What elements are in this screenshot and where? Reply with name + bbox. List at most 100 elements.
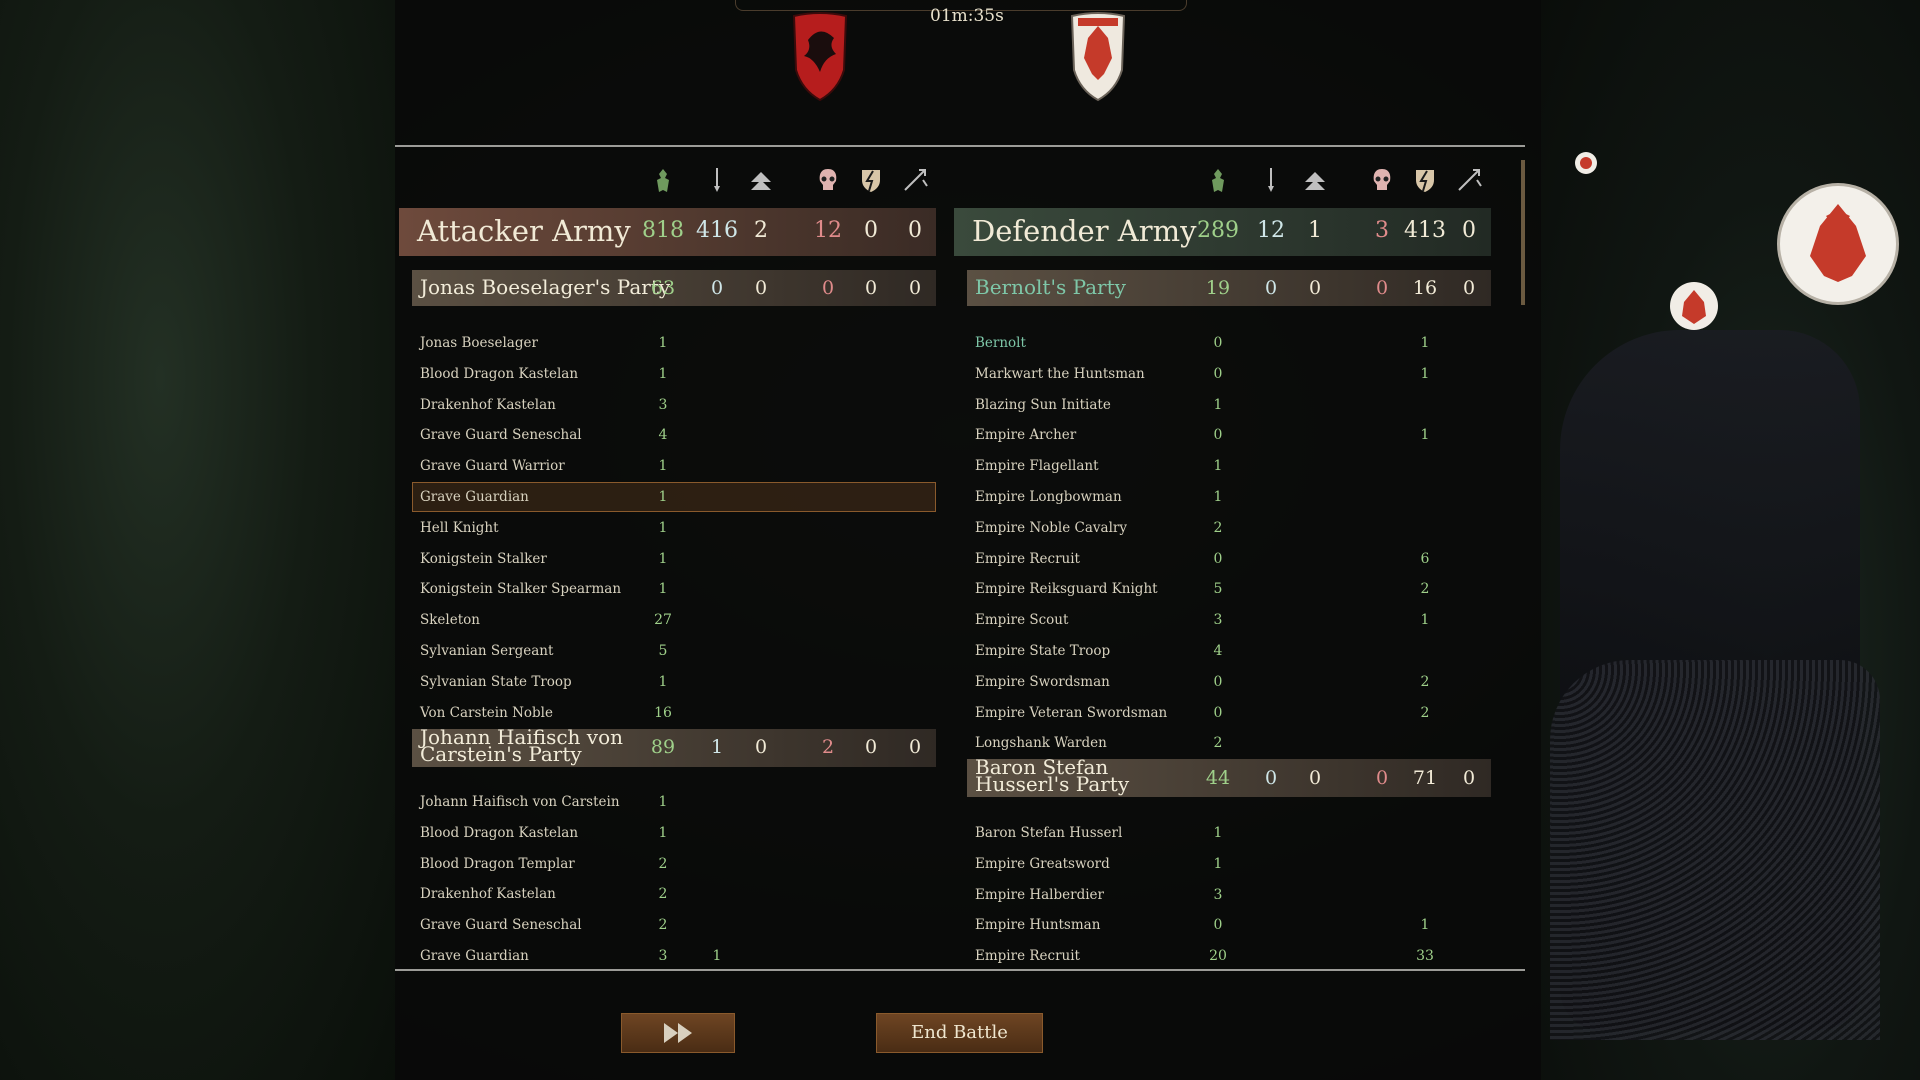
unit-name[interactable]: Markwart the Huntsman [975, 366, 1145, 382]
unit-name[interactable]: Empire Reiksguard Knight [975, 581, 1158, 597]
header-divider [395, 145, 1525, 147]
scrollbar[interactable] [1521, 160, 1525, 305]
stat-value: 0 [1264, 277, 1278, 299]
unit-name[interactable]: Drakenhof Kastelan [420, 397, 556, 413]
unit-count: 1 [658, 458, 668, 475]
unit-count: 1 [1213, 855, 1223, 872]
unit-name[interactable]: Longshank Warden [975, 735, 1107, 751]
unit-name[interactable]: Von Carstein Noble [420, 705, 553, 721]
unit-count: 1 [658, 335, 668, 351]
unit-count: 5 [1213, 581, 1223, 598]
stat-value: 12 [814, 218, 842, 243]
unit-name[interactable]: Blood Dragon Kastelan [420, 825, 578, 841]
unit-name[interactable]: Skeleton [420, 612, 480, 628]
unit-name[interactable]: Hell Knight [420, 520, 499, 536]
stat-value: 0 [1264, 767, 1278, 789]
end-battle-label: End Battle [911, 1022, 1008, 1043]
stat-value: 44 [1205, 767, 1231, 789]
unit-count: 2 [658, 917, 668, 934]
battle-timer: 01m:35s [930, 6, 1004, 26]
unit-count: 1 [1213, 458, 1223, 475]
unit-name[interactable]: Empire Flagellant [975, 458, 1099, 474]
stat-value: 0 [710, 277, 724, 299]
unit-count: 1 [658, 365, 668, 382]
unit-name[interactable]: Empire State Troop [975, 643, 1110, 659]
unit-name[interactable]: Empire Scout [975, 612, 1068, 628]
end-battle-button[interactable]: End Battle [876, 1013, 1043, 1053]
unit-name[interactable]: Grave Guardian [420, 489, 529, 505]
stat-value: 0 [1375, 277, 1389, 299]
unit-name[interactable]: Sylvanian Sergeant [420, 643, 553, 659]
unit-count: 1 [1420, 917, 1430, 934]
stat-value: 0 [908, 218, 922, 243]
unit-count: 1 [658, 519, 668, 536]
unit-count: 3 [658, 396, 668, 413]
unit-name[interactable]: Blood Dragon Templar [420, 856, 575, 872]
unit-name[interactable]: Konigstein Stalker [420, 551, 547, 567]
unit-count: 1 [658, 581, 668, 598]
unit-count: 2 [1420, 704, 1430, 721]
troops-icon [1204, 166, 1232, 194]
footer-divider [395, 969, 1525, 971]
unit-name[interactable]: Empire Archer [975, 427, 1076, 443]
unit-name[interactable]: Johann Haifisch von Carstein [420, 794, 620, 810]
unit-count: 3 [658, 948, 668, 964]
promotion-icon [747, 166, 775, 194]
stat-value: 0 [1308, 277, 1322, 299]
ranged-icon [1257, 166, 1285, 194]
unit-name[interactable]: Grave Guard Warrior [420, 458, 565, 474]
unit-count: 0 [1213, 673, 1223, 690]
scenery-left [0, 0, 400, 1080]
faction-marker-icon [1670, 282, 1718, 330]
unit-name[interactable]: Empire Noble Cavalry [975, 520, 1127, 536]
attacker-army-title: Attacker Army [417, 214, 631, 248]
unit-count: 6 [1420, 550, 1430, 567]
unit-count: 27 [654, 612, 672, 629]
unit-name[interactable]: Empire Veteran Swordsman [975, 705, 1167, 721]
unit-count: 20 [1209, 948, 1227, 965]
unit-count: 1 [1420, 612, 1430, 629]
unit-name[interactable]: Empire Recruit [975, 551, 1080, 567]
unit-count: 0 [1213, 917, 1223, 934]
unit-count: 1 [1213, 396, 1223, 413]
unit-name[interactable]: Baron Stefan Husserl [975, 825, 1122, 841]
unit-count: 3 [1213, 886, 1223, 903]
unit-name[interactable]: Empire Huntsman [975, 917, 1100, 933]
stat-value: 0 [864, 218, 878, 243]
unit-name[interactable]: Empire Halberdier [975, 887, 1104, 903]
unit-name[interactable]: Drakenhof Kastelan [420, 886, 556, 902]
unit-count: 5 [658, 643, 668, 659]
unit-name[interactable]: Empire Swordsman [975, 674, 1110, 690]
party-title: Johann Haifisch von Carstein's Party [420, 725, 624, 766]
unit-name[interactable]: Sylvanian State Troop [420, 674, 572, 690]
stat-value: 0 [1462, 277, 1476, 299]
attacker-banner-icon [790, 10, 850, 106]
stat-value: 0 [821, 277, 835, 299]
fast-forward-button[interactable] [621, 1013, 735, 1053]
unit-name[interactable]: Jonas Boeselager [420, 335, 538, 351]
stat-value: 0 [864, 736, 878, 758]
unit-name[interactable]: Empire Greatsword [975, 856, 1110, 872]
unit-name[interactable]: Blood Dragon Kastelan [420, 366, 578, 382]
stat-value: 0 [754, 277, 768, 299]
unit-name[interactable]: Grave Guard Seneschal [420, 427, 582, 443]
unit-name[interactable]: Konigstein Stalker Spearman [420, 581, 621, 597]
stat-value: 1 [710, 736, 724, 758]
stat-value: 89 [650, 736, 676, 758]
defender-army-title: Defender Army [972, 214, 1197, 248]
unit-name[interactable]: Bernolt [975, 335, 1026, 351]
unit-name[interactable]: Empire Longbowman [975, 489, 1122, 505]
stat-value: 0 [864, 277, 878, 299]
unit-name[interactable]: Empire Recruit [975, 948, 1080, 964]
unit-name[interactable]: Blazing Sun Initiate [975, 397, 1111, 413]
defender-banner-icon [1068, 10, 1128, 106]
unit-count: 2 [658, 855, 668, 872]
party-title: Baron Stefan Husserl's Party [975, 755, 1130, 796]
unit-name[interactable]: Grave Guard Seneschal [420, 917, 582, 933]
stat-value: 2 [821, 736, 835, 758]
unit-count: 2 [658, 886, 668, 903]
unit-count: 16 [654, 704, 672, 721]
unit-name[interactable]: Grave Guardian [420, 948, 529, 964]
unit-count: 1 [658, 824, 668, 841]
stat-value: 71 [1412, 767, 1438, 789]
